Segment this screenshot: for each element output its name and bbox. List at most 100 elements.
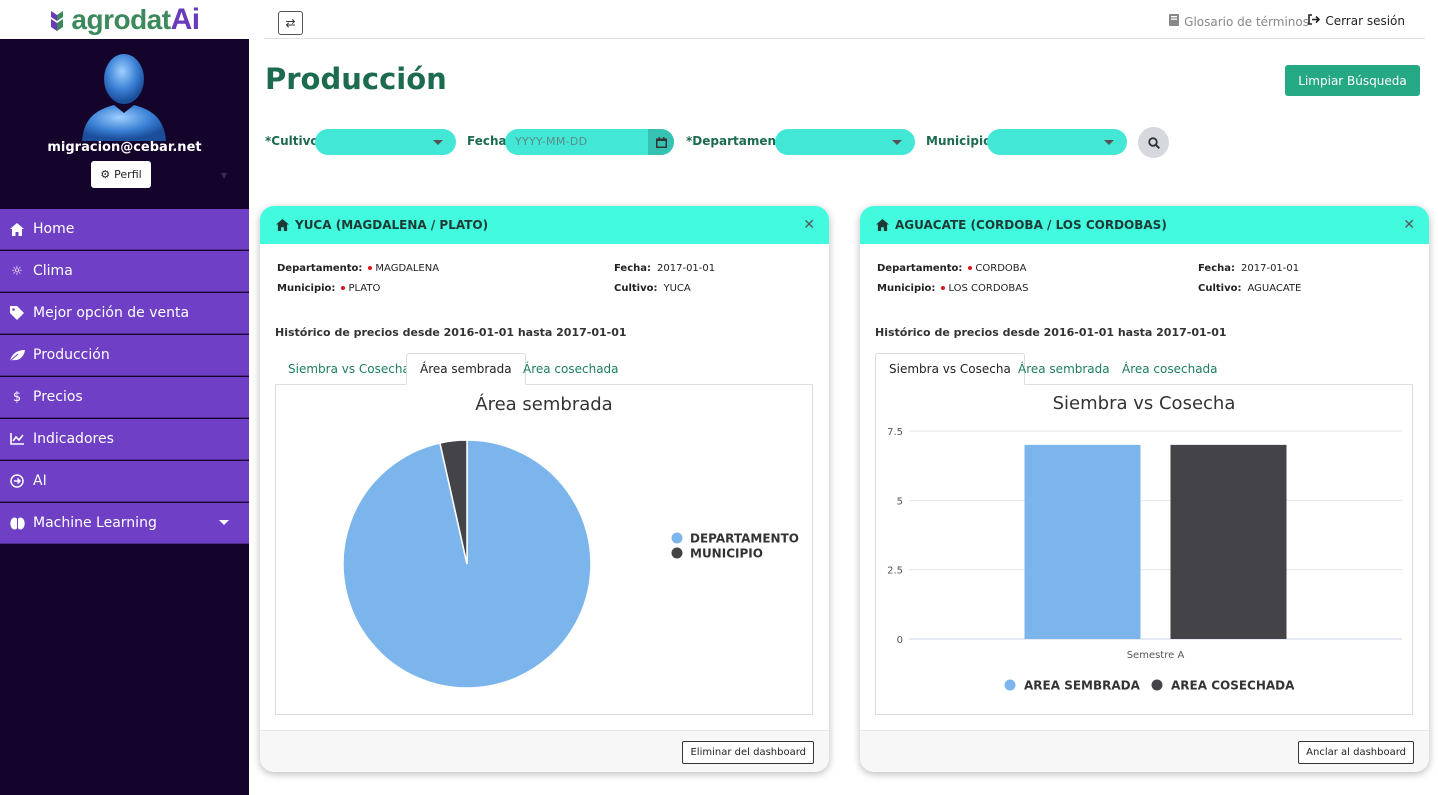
close-icon[interactable]: ✕ bbox=[803, 217, 815, 233]
card-header: AGUACATE (CORDOBA / LOS CORDOBAS) bbox=[860, 206, 1429, 244]
info-label: Municipio: bbox=[877, 283, 936, 294]
info-value: YUCA bbox=[663, 283, 691, 294]
sidebar: agrodatAi migracion@cebar.net ⚙ Perfil ▼… bbox=[0, 0, 249, 795]
status-dot bbox=[341, 286, 346, 290]
status-dot bbox=[368, 266, 373, 270]
sidebar-item-label: Mejor opción de venta bbox=[33, 305, 190, 321]
chevron-down-icon bbox=[1104, 140, 1114, 145]
remove-from-dashboard-button[interactable]: Eliminar del dashboard bbox=[682, 741, 814, 764]
legend-label: AREA COSECHADA bbox=[1171, 679, 1295, 693]
sidebar-toggle-button[interactable]: ⇄ bbox=[278, 11, 303, 35]
calendar-icon[interactable] bbox=[648, 129, 674, 155]
sidebar-item-home[interactable]: Home bbox=[0, 209, 249, 250]
sidebar-item-label: Home bbox=[33, 221, 75, 237]
search-icon bbox=[1147, 136, 1160, 149]
fecha-info: Fecha: 2017-01-01 bbox=[1198, 263, 1299, 274]
sun-icon: ☼ bbox=[11, 263, 23, 279]
swap-arrows-icon: ⇄ bbox=[285, 16, 296, 30]
crop-card-aguacate: AGUACATE (CORDOBA / LOS CORDOBAS) ✕ Depa… bbox=[860, 206, 1429, 772]
tab-area-sembrada[interactable]: Área sembrada bbox=[1005, 353, 1123, 385]
y-tick-label: 2.5 bbox=[887, 566, 903, 577]
chart-container: Área sembrada DEPARTAMENTO MUNICIPIO bbox=[275, 384, 813, 715]
search-button[interactable] bbox=[1138, 127, 1169, 158]
cultivo-select[interactable] bbox=[315, 129, 456, 155]
municipio-select[interactable] bbox=[987, 129, 1127, 155]
x-tick-label: Semestre A bbox=[1127, 650, 1185, 661]
legend-label: AREA SEMBRADA bbox=[1024, 679, 1141, 693]
sidebar-item-label: Indicadores bbox=[33, 431, 114, 447]
leaf-icon bbox=[9, 347, 25, 363]
tab-area-cosechada[interactable]: Área cosechada bbox=[510, 353, 632, 385]
top-bar: ⇄ Glosario de términos Cerrar sesión bbox=[264, 0, 1425, 39]
chevron-down-icon bbox=[892, 140, 902, 145]
info-label: Municipio: bbox=[277, 283, 336, 294]
arrow-circle-icon bbox=[9, 473, 25, 489]
sidebar-item-indicadores[interactable]: Indicadores bbox=[0, 419, 249, 460]
chart-title: Área sembrada bbox=[475, 393, 612, 415]
sidebar-item-mejor-opcion[interactable]: Mejor opción de venta bbox=[0, 293, 249, 334]
sign-out-icon bbox=[1308, 14, 1321, 28]
legend-marker bbox=[671, 547, 683, 559]
home-icon bbox=[9, 221, 25, 237]
card-footer: Eliminar del dashboard bbox=[260, 730, 829, 772]
info-value: PLATO bbox=[348, 283, 381, 294]
legend-label: DEPARTAMENTO bbox=[690, 532, 799, 546]
tab-siembra-vs-cosecha[interactable]: Siembra vs Cosecha bbox=[875, 353, 1025, 385]
sidebar-item-label: Machine Learning bbox=[33, 515, 157, 531]
departamento-info: Departamento: CORDOBA bbox=[877, 263, 1027, 274]
home-icon bbox=[276, 219, 289, 231]
tab-area-cosechada[interactable]: Área cosechada bbox=[1109, 353, 1231, 385]
chevron-down-icon bbox=[433, 140, 443, 145]
y-tick-label: 7.5 bbox=[887, 427, 903, 438]
profile-button[interactable]: ⚙ Perfil bbox=[91, 161, 151, 188]
glossary-link[interactable]: Glosario de términos bbox=[1169, 14, 1309, 29]
status-dot bbox=[968, 266, 973, 270]
history-caption: Histórico de precios desde 2016-01-01 ha… bbox=[275, 326, 627, 339]
card-title: AGUACATE (CORDOBA / LOS CORDOBAS) bbox=[895, 218, 1167, 232]
gear-icon: ⚙ bbox=[100, 168, 111, 181]
y-tick-label: 5 bbox=[897, 496, 903, 507]
avatar bbox=[82, 54, 166, 141]
sidebar-item-produccion[interactable]: Producción bbox=[0, 335, 249, 376]
info-value: LOS CORDOBAS bbox=[948, 283, 1029, 294]
info-label: Departamento: bbox=[877, 263, 963, 274]
tab-area-sembrada[interactable]: Área sembrada bbox=[406, 353, 526, 385]
card-title: YUCA (MAGDALENA / PLATO) bbox=[295, 218, 489, 232]
profile-button-label: Perfil bbox=[114, 168, 142, 181]
sidebar-item-ai[interactable]: AI bbox=[0, 461, 249, 502]
close-icon[interactable]: ✕ bbox=[1403, 217, 1415, 233]
tab-siembra-vs-cosecha[interactable]: Siembra vs Cosecha bbox=[275, 353, 423, 385]
legend-label: MUNICIPIO bbox=[690, 547, 763, 561]
crop-card-yuca: YUCA (MAGDALENA / PLATO) ✕ Departamento:… bbox=[260, 206, 829, 772]
history-caption: Histórico de precios desde 2016-01-01 ha… bbox=[875, 326, 1227, 339]
sidebar-item-precios[interactable]: $ Precios bbox=[0, 377, 249, 418]
sidebar-item-machine-learning[interactable]: Machine Learning bbox=[0, 503, 249, 544]
pin-to-dashboard-button[interactable]: Anclar al dashboard bbox=[1298, 741, 1414, 764]
cultivo-info: Cultivo: AGUACATE bbox=[1198, 283, 1301, 294]
logout-link[interactable]: Cerrar sesión bbox=[1308, 14, 1405, 28]
bar-chart: Siembra vs Cosecha 0 2.5 5 7.5 Semestre A AREA… bbox=[887, 393, 1402, 693]
municipio-info: Municipio: LOS CORDOBAS bbox=[877, 283, 1028, 294]
clear-search-button[interactable]: Limpiar Búsqueda bbox=[1285, 65, 1420, 96]
info-label: Cultivo: bbox=[614, 283, 658, 294]
book-icon bbox=[1169, 14, 1180, 29]
departamento-select[interactable] bbox=[775, 129, 915, 155]
brand-suffix: Ai bbox=[170, 2, 201, 36]
municipio-info: Municipio: PLATO bbox=[277, 283, 380, 294]
info-label: Departamento: bbox=[277, 263, 363, 274]
fecha-date-input[interactable]: YYYY-MM-DD bbox=[505, 129, 674, 155]
chevron-down-icon[interactable]: ▼ bbox=[221, 171, 227, 180]
bar bbox=[1024, 444, 1141, 639]
sidebar-item-clima[interactable]: ☼ Clima bbox=[0, 251, 249, 292]
pie-chart: Área sembrada DEPARTAMENTOMUNICIPIO bbox=[342, 393, 799, 689]
logo[interactable]: agrodatAi bbox=[0, 0, 249, 39]
sidebar-item-label: Clima bbox=[33, 263, 73, 279]
status-dot bbox=[941, 286, 946, 290]
cultivo-info: Cultivo: YUCA bbox=[614, 283, 691, 294]
info-label: Fecha: bbox=[1198, 263, 1236, 274]
municipio-label: Municipio: bbox=[926, 134, 997, 148]
sidebar-item-label: AI bbox=[33, 473, 47, 489]
line-chart-icon bbox=[9, 431, 25, 447]
dollar-icon: $ bbox=[12, 389, 22, 405]
info-value: AGUACATE bbox=[1247, 283, 1302, 294]
